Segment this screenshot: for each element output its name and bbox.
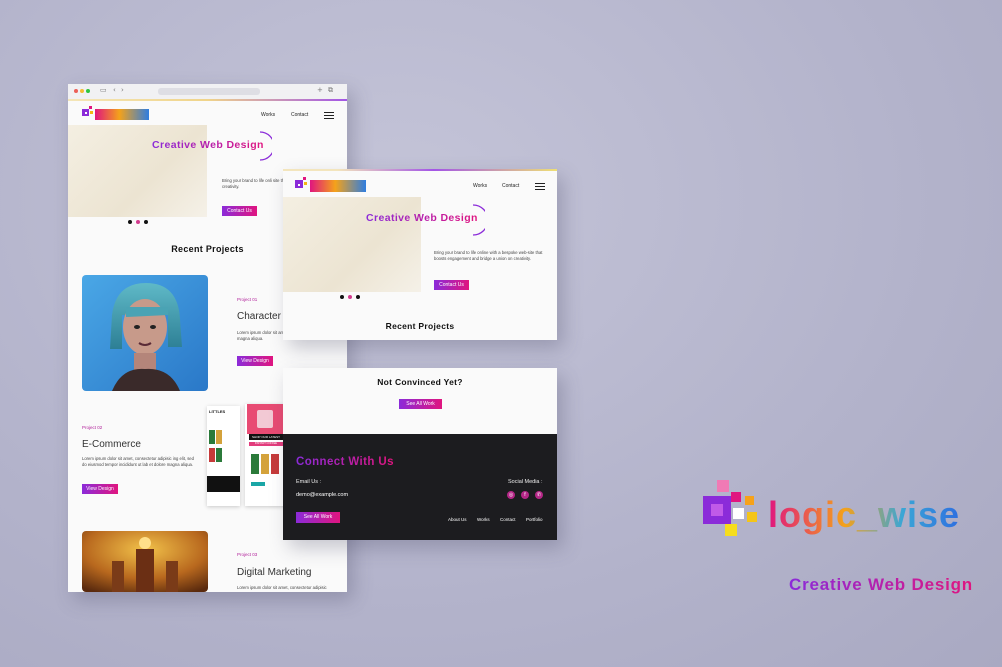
- nav-works[interactable]: Works: [261, 112, 275, 118]
- social-media-label: Social Media :: [508, 479, 543, 485]
- address-bar[interactable]: [158, 88, 260, 95]
- digital-marketing-project-image[interactable]: [82, 531, 208, 592]
- forward-arrow-icon[interactable]: ›: [121, 86, 124, 94]
- footer-link-about-us[interactable]: About Us: [448, 517, 467, 522]
- sidebar-toggle-icon[interactable]: ▭: [100, 86, 107, 94]
- project-01-label: Project 01: [237, 297, 258, 302]
- facebook-icon[interactable]: f: [521, 491, 529, 499]
- email-link[interactable]: demo@example.com: [296, 492, 348, 498]
- character-project-image[interactable]: [82, 275, 208, 391]
- footer-link-portfolio[interactable]: Portfolio: [526, 517, 543, 522]
- footer-see-all-work-button[interactable]: See All Work: [296, 512, 340, 523]
- website-hero-panel: logic_wise Works Contact Creative Web De…: [283, 169, 557, 340]
- site-logo[interactable]: logic_wise: [310, 180, 367, 192]
- phone-brand-text: LITTLES: [209, 409, 226, 414]
- logo-mark-icon: [82, 106, 93, 116]
- maximize-window-icon[interactable]: [86, 89, 90, 93]
- nav-contact[interactable]: Contact: [502, 183, 519, 189]
- back-arrow-icon[interactable]: ‹: [113, 86, 116, 94]
- project-02-description: Lorem ipsum dolor sit amet, consectetur …: [82, 456, 194, 467]
- contact-us-button[interactable]: Contact Us: [434, 280, 469, 290]
- slider-dot-2[interactable]: [348, 295, 352, 299]
- new-tab-icon[interactable]: +: [317, 86, 323, 94]
- slider-dot-2[interactable]: [136, 220, 140, 224]
- footer-link-works[interactable]: Works: [477, 517, 490, 522]
- project-02-title: E-Commerce: [82, 439, 141, 450]
- slider-dot-1[interactable]: [340, 295, 344, 299]
- project-02-label: Project 02: [82, 425, 103, 430]
- footer-link-contact[interactable]: Contact: [500, 517, 516, 522]
- recent-projects-heading: Recent Projects: [385, 321, 455, 331]
- project-03-description: Lorem ipsum dolor sit amet, consectetur …: [237, 585, 327, 590]
- nav-contact[interactable]: Contact: [291, 112, 308, 118]
- email-label: Email Us :: [296, 479, 322, 485]
- menu-icon[interactable]: [324, 112, 334, 121]
- see-all-work-button[interactable]: See All Work: [399, 399, 442, 409]
- project-02-view-design-button[interactable]: View Design: [82, 484, 118, 494]
- project-01-view-design-button[interactable]: View Design: [237, 356, 273, 366]
- hero-title: Creative Web Design: [152, 139, 264, 151]
- slider-dot-3[interactable]: [356, 295, 360, 299]
- connect-with-us-title: Connect With Us: [296, 456, 394, 468]
- hero-description: Bring your brand to life online with a b…: [434, 250, 543, 261]
- tabs-overview-icon[interactable]: ⧉: [328, 86, 333, 95]
- brand-tagline: Creative Web Design: [789, 575, 973, 594]
- website-footer-panel: Not Convinced Yet? See All Work Connect …: [283, 368, 557, 540]
- project-03-label: Project 03: [237, 552, 258, 557]
- project-03-title: Digital Marketing: [237, 567, 312, 578]
- brand-logo-mark-icon: [703, 480, 757, 536]
- whatsapp-icon[interactable]: ✆: [535, 491, 543, 499]
- ecommerce-phone-mockup-1[interactable]: LITTLES: [207, 406, 240, 506]
- not-convinced-heading: Not Convinced Yet?: [377, 377, 463, 387]
- close-window-icon[interactable]: [74, 89, 78, 93]
- phone-coffee-text: INSTANT COFFEE: [249, 442, 283, 446]
- brand-logo-wordmark: logic_wise: [768, 494, 961, 535]
- hero-title: Creative Web Design: [366, 212, 478, 224]
- phone-shop-banner: SHOP OUR LATEST: [249, 434, 283, 440]
- ecommerce-phone-mockup-2[interactable]: SHOP OUR LATEST INSTANT COFFEE: [245, 404, 287, 506]
- slider-dot-1[interactable]: [128, 220, 132, 224]
- site-logo[interactable]: logic_wise: [95, 109, 149, 120]
- browser-chrome: ▭ ‹ › + ⧉: [68, 84, 347, 100]
- logo-mark-icon: [295, 177, 307, 188]
- minimize-window-icon[interactable]: [80, 89, 84, 93]
- slider-dot-3[interactable]: [144, 220, 148, 224]
- contact-us-button[interactable]: Contact Us: [222, 206, 257, 216]
- footer: Connect With Us Email Us : demo@example.…: [283, 434, 557, 540]
- nav-works[interactable]: Works: [473, 183, 487, 189]
- hero-arc-decoration: [472, 204, 485, 236]
- hero-arc-decoration: [259, 131, 272, 161]
- project-01-title: Character: [237, 311, 281, 322]
- panel-accent-line: [283, 169, 557, 171]
- header-accent-line: [68, 99, 347, 101]
- menu-icon[interactable]: [535, 183, 545, 192]
- instagram-icon[interactable]: ◎: [507, 491, 515, 499]
